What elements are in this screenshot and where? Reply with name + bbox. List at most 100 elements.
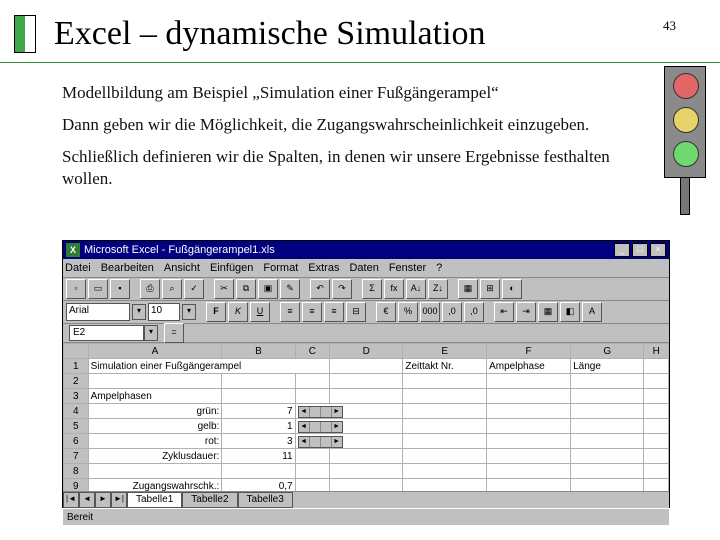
cancel-entry-button[interactable]: = (164, 323, 184, 343)
cell-A7[interactable]: Zyklusdauer: (88, 449, 222, 464)
cell-E1[interactable]: Zeittakt Nr. (403, 359, 487, 374)
row-6[interactable]: 6 (64, 434, 89, 449)
sum-button[interactable]: Σ (362, 279, 382, 299)
minimize-button[interactable]: _ (614, 243, 630, 257)
cell-A5[interactable]: gelb: (88, 419, 222, 434)
thousands-button[interactable]: 000 (420, 302, 440, 322)
cell-F1[interactable]: Ampelphase (487, 359, 571, 374)
row-5[interactable]: 5 (64, 419, 89, 434)
fx-button[interactable]: fx (384, 279, 404, 299)
merge-button[interactable]: ⊟ (346, 302, 366, 322)
new-button[interactable]: ▫ (66, 279, 86, 299)
excel-titlebar[interactable]: X Microsoft Excel - Fußgängerampel1.xls … (63, 241, 669, 259)
menu-format[interactable]: Format (263, 262, 298, 274)
row-3[interactable]: 3 (64, 389, 89, 404)
bold-button[interactable]: F (206, 302, 226, 322)
maximize-button[interactable]: □ (632, 243, 648, 257)
row-4[interactable]: 4 (64, 404, 89, 419)
cell-A9[interactable]: Zugangswahrschk.: (88, 479, 222, 492)
indent-out-button[interactable]: ⇤ (494, 302, 514, 322)
excel-menubar[interactable]: Datei Bearbeiten Ansicht Einfügen Format… (63, 259, 669, 278)
col-C[interactable]: C (295, 344, 330, 359)
copy-button[interactable]: ⧉ (236, 279, 256, 299)
sort-desc-button[interactable]: Z↓ (428, 279, 448, 299)
menu-datei[interactable]: Datei (65, 262, 91, 274)
col-D[interactable]: D (330, 344, 403, 359)
size-combo[interactable]: 10 (148, 303, 180, 321)
paste-button[interactable]: ▣ (258, 279, 278, 299)
worksheet[interactable]: A B C D E F G H 1 Simulation einer Fußgä… (63, 343, 669, 491)
cell-B4[interactable]: 7 (222, 404, 295, 419)
cell-A6[interactable]: rot: (88, 434, 222, 449)
row-2[interactable]: 2 (64, 374, 89, 389)
redo-button[interactable]: ↷ (332, 279, 352, 299)
underline-button[interactable]: U (250, 302, 270, 322)
fill-button[interactable]: ◧ (560, 302, 580, 322)
drawing-button[interactable]: ◐ (502, 279, 522, 299)
excel-sheet-tabs[interactable]: |◄◄►►| Tabelle1 Tabelle2 Tabelle3 (63, 491, 669, 508)
col-E[interactable]: E (403, 344, 487, 359)
cell-B7[interactable]: 11 (222, 449, 295, 464)
menu-daten[interactable]: Daten (349, 262, 378, 274)
preview-button[interactable]: ⌕ (162, 279, 182, 299)
currency-button[interactable]: € (376, 302, 396, 322)
map-button[interactable]: ⊞ (480, 279, 500, 299)
cell-E2-selected[interactable] (403, 374, 487, 389)
open-button[interactable]: ▭ (88, 279, 108, 299)
menu-einfuegen[interactable]: Einfügen (210, 262, 253, 274)
dec-dec-button[interactable]: ,0 (464, 302, 484, 322)
print-button[interactable]: ⎙ (140, 279, 160, 299)
menu-extras[interactable]: Extras (308, 262, 339, 274)
save-button[interactable]: ▪ (110, 279, 130, 299)
tab-tabelle3[interactable]: Tabelle3 (238, 492, 293, 508)
cell-B5[interactable]: 1 (222, 419, 295, 434)
menu-help[interactable]: ? (436, 262, 442, 274)
name-box[interactable]: E2 (69, 325, 144, 341)
select-all-corner[interactable] (64, 344, 89, 359)
align-left-button[interactable]: ≡ (280, 302, 300, 322)
spinner-yellow[interactable]: ◄ ► (295, 419, 403, 434)
cell-A1[interactable]: Simulation einer Fußgängerampel (88, 359, 329, 374)
borders-button[interactable]: ▦ (538, 302, 558, 322)
name-dropdown-icon[interactable]: ▾ (144, 325, 158, 341)
close-button[interactable]: × (650, 243, 666, 257)
excel-grid[interactable]: A B C D E F G H 1 Simulation einer Fußgä… (63, 343, 669, 491)
align-center-button[interactable]: ≡ (302, 302, 322, 322)
cut-button[interactable]: ✂ (214, 279, 234, 299)
size-dropdown-icon[interactable]: ▾ (182, 304, 196, 320)
menu-bearbeiten[interactable]: Bearbeiten (101, 262, 154, 274)
tab-tabelle1[interactable]: Tabelle1 (127, 492, 182, 508)
fmtpaint-button[interactable]: ✎ (280, 279, 300, 299)
fontcolor-button[interactable]: A (582, 302, 602, 322)
row-9[interactable]: 9 (64, 479, 89, 492)
cell-A3[interactable]: Ampelphasen (88, 389, 222, 404)
col-H[interactable]: H (644, 344, 669, 359)
cell-B6[interactable]: 3 (222, 434, 295, 449)
italic-button[interactable]: K (228, 302, 248, 322)
spinner-green[interactable]: ◄ ► (295, 404, 403, 419)
menu-fenster[interactable]: Fenster (389, 262, 426, 274)
sort-asc-button[interactable]: A↓ (406, 279, 426, 299)
spinner-red[interactable]: ◄ ► (295, 434, 403, 449)
cell-B9[interactable]: 0,7 (222, 479, 295, 492)
tab-nav-buttons[interactable]: |◄◄►►| (63, 492, 127, 508)
tab-tabelle2[interactable]: Tabelle2 (182, 492, 237, 508)
cell-A4[interactable]: grün: (88, 404, 222, 419)
indent-in-button[interactable]: ⇥ (516, 302, 536, 322)
inc-dec-button[interactable]: ,0 (442, 302, 462, 322)
col-F[interactable]: F (487, 344, 571, 359)
spell-button[interactable]: ✓ (184, 279, 204, 299)
align-right-button[interactable]: ≡ (324, 302, 344, 322)
cell-G1[interactable]: Länge (571, 359, 644, 374)
font-combo[interactable]: Arial (66, 303, 130, 321)
percent-button[interactable]: % (398, 302, 418, 322)
undo-button[interactable]: ↶ (310, 279, 330, 299)
col-header-row[interactable]: A B C D E F G H (64, 344, 669, 359)
row-8[interactable]: 8 (64, 464, 89, 479)
row-1[interactable]: 1 (64, 359, 89, 374)
col-A[interactable]: A (88, 344, 222, 359)
chart-button[interactable]: ▦ (458, 279, 478, 299)
row-7[interactable]: 7 (64, 449, 89, 464)
col-B[interactable]: B (222, 344, 295, 359)
col-G[interactable]: G (571, 344, 644, 359)
